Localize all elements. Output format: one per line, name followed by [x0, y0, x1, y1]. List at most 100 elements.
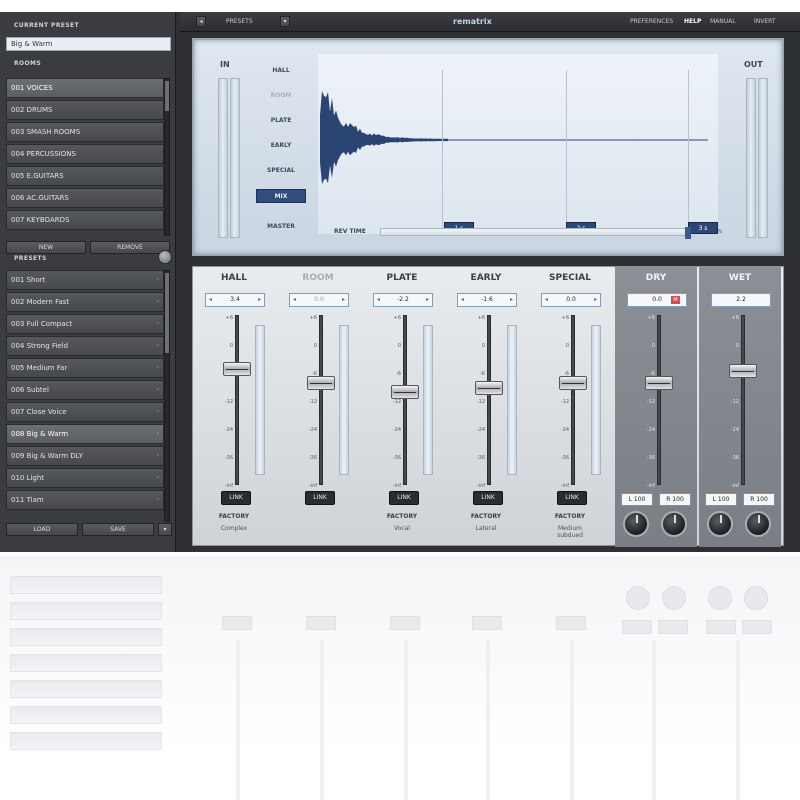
decrement-icon[interactable]: ◂ [377, 294, 380, 306]
current-preset-field[interactable]: Big & Warm [6, 37, 171, 51]
chevron-right-icon: › [156, 276, 159, 283]
rooms-scroll-thumb[interactable] [165, 81, 169, 111]
fader-track[interactable] [741, 315, 745, 485]
link-button[interactable]: LINK [473, 491, 503, 505]
channel-value-field[interactable]: ◂ 0.0 ▸ [289, 293, 349, 307]
preset-options-icon[interactable]: ▾ [158, 523, 172, 536]
room-item[interactable]: 007 KEYBOARDS [6, 210, 164, 230]
pan-right-field[interactable]: R 100 [659, 493, 691, 506]
decrement-icon[interactable]: ◂ [209, 294, 212, 306]
increment-icon[interactable]: ▸ [426, 294, 429, 306]
channel-value-field[interactable]: ◂ -1.6 ▸ [457, 293, 517, 307]
help-link[interactable]: HELP [684, 18, 701, 25]
link-button[interactable]: LINK [557, 491, 587, 505]
pan-left-knob[interactable] [707, 511, 733, 537]
presets-scrollbar[interactable] [164, 270, 170, 522]
input-meter [218, 78, 228, 238]
chevron-right-icon: › [156, 298, 159, 305]
fader-track[interactable] [403, 315, 407, 485]
decrement-icon[interactable]: ◂ [545, 294, 548, 306]
pan-right-knob[interactable] [661, 511, 687, 537]
remove-room-button[interactable]: REMOVE [90, 241, 170, 254]
channel-value-field[interactable]: ◂ 3.4 ▸ [205, 293, 265, 307]
mode-button-hall[interactable]: HALL [256, 64, 306, 78]
master-button[interactable]: MASTER [256, 220, 306, 234]
pan-left-field[interactable]: L 100 [621, 493, 653, 506]
room-item[interactable]: 001 VOICES [6, 78, 164, 98]
fader-handle[interactable] [645, 376, 673, 390]
increment-icon[interactable]: ▸ [594, 294, 597, 306]
rooms-scrollbar[interactable] [164, 78, 170, 236]
link-button[interactable]: LINK [305, 491, 335, 505]
fader-handle[interactable] [559, 376, 587, 390]
output-value-field[interactable]: 0.0 M [627, 293, 687, 307]
preset-item[interactable]: 001 Short › [6, 270, 164, 290]
preset-item[interactable]: 008 Big & Warm › [6, 424, 164, 444]
presets-dropdown-icon[interactable]: ▾ [280, 16, 290, 27]
room-item[interactable]: 006 AC.GUITARS [6, 188, 164, 208]
load-preset-button[interactable]: LOAD [6, 523, 78, 536]
fader-track[interactable] [319, 315, 323, 485]
link-button[interactable]: LINK [221, 491, 251, 505]
presets-menu-label[interactable]: PRESETS [226, 18, 253, 25]
rev-time-slider-handle[interactable] [685, 227, 691, 239]
decrement-icon[interactable]: ◂ [293, 294, 296, 306]
link-button[interactable]: LINK [389, 491, 419, 505]
prev-preset-icon[interactable]: ◂ [196, 16, 206, 27]
increment-icon[interactable]: ▸ [342, 294, 345, 306]
room-item[interactable]: 002 DRUMS [6, 100, 164, 120]
reflection-row [10, 680, 162, 698]
channel-value-field[interactable]: ◂ -2.2 ▸ [373, 293, 433, 307]
fader-handle[interactable] [223, 362, 251, 377]
fader-track[interactable] [487, 315, 491, 485]
preset-item[interactable]: 002 Modern Fast › [6, 292, 164, 312]
scale-tick: -inf [560, 483, 569, 489]
preset-item[interactable]: 010 Light › [6, 468, 164, 488]
fader-handle[interactable] [307, 376, 335, 390]
fader-handle[interactable] [475, 381, 503, 396]
increment-icon[interactable]: ▸ [510, 294, 513, 306]
room-item-label: 006 AC.GUITARS [11, 194, 69, 202]
reflection-fader [570, 640, 574, 800]
preset-item[interactable]: 006 Subtel › [6, 380, 164, 400]
preset-item[interactable]: 004 Strong Field › [6, 336, 164, 356]
decrement-icon[interactable]: ◂ [461, 294, 464, 306]
output-value-field[interactable]: 2.2 [711, 293, 771, 307]
fader-track[interactable] [657, 315, 661, 485]
scale-tick: +6 [225, 315, 233, 321]
preset-item[interactable]: 009 Big & Warm DLY › [6, 446, 164, 466]
fader-handle[interactable] [391, 384, 419, 399]
save-preset-button[interactable]: SAVE [82, 523, 154, 536]
preset-item[interactable]: 011 Tiam › [6, 490, 164, 510]
new-room-button[interactable]: NEW [6, 241, 86, 254]
room-item[interactable]: 005 E.GUITARS [6, 166, 164, 186]
pan-right-field[interactable]: R 100 [743, 493, 775, 506]
add-preset-icon[interactable] [158, 250, 172, 264]
mute-button[interactable]: M [671, 296, 680, 304]
fader-handle[interactable] [729, 364, 757, 379]
pan-left-field[interactable]: L 100 [705, 493, 737, 506]
marker-line-1 [442, 70, 443, 230]
pan-right-knob[interactable] [745, 511, 771, 537]
preset-item[interactable]: 005 Medium Far › [6, 358, 164, 378]
mode-button-mix[interactable]: MIX [256, 189, 306, 203]
impulse-type-label: Complex [220, 525, 248, 532]
room-item[interactable]: 003 SMASH ROOMS [6, 122, 164, 142]
mode-button-early[interactable]: EARLY [256, 139, 306, 153]
mode-button-plate[interactable]: PLATE [256, 114, 306, 128]
preferences-link[interactable]: PREFERENCES [630, 18, 673, 25]
mode-button-special[interactable]: SPECIAL [256, 164, 306, 178]
room-item[interactable]: 004 PERCUSSIONS [6, 144, 164, 164]
preset-item[interactable]: 007 Close Voice › [6, 402, 164, 422]
increment-icon[interactable]: ▸ [258, 294, 261, 306]
presets-scroll-thumb[interactable] [165, 273, 169, 353]
fader-track[interactable] [571, 315, 575, 485]
rev-time-slider[interactable] [380, 227, 691, 239]
preset-item[interactable]: 003 Full Compact › [6, 314, 164, 334]
mode-button-room[interactable]: ROOM [256, 89, 306, 103]
invert-link[interactable]: INVERT [754, 18, 776, 25]
pan-left-knob[interactable] [623, 511, 649, 537]
channel-value-field[interactable]: ◂ 0.0 ▸ [541, 293, 601, 307]
fader-track[interactable] [235, 315, 239, 485]
manual-link[interactable]: MANUAL [710, 18, 736, 25]
